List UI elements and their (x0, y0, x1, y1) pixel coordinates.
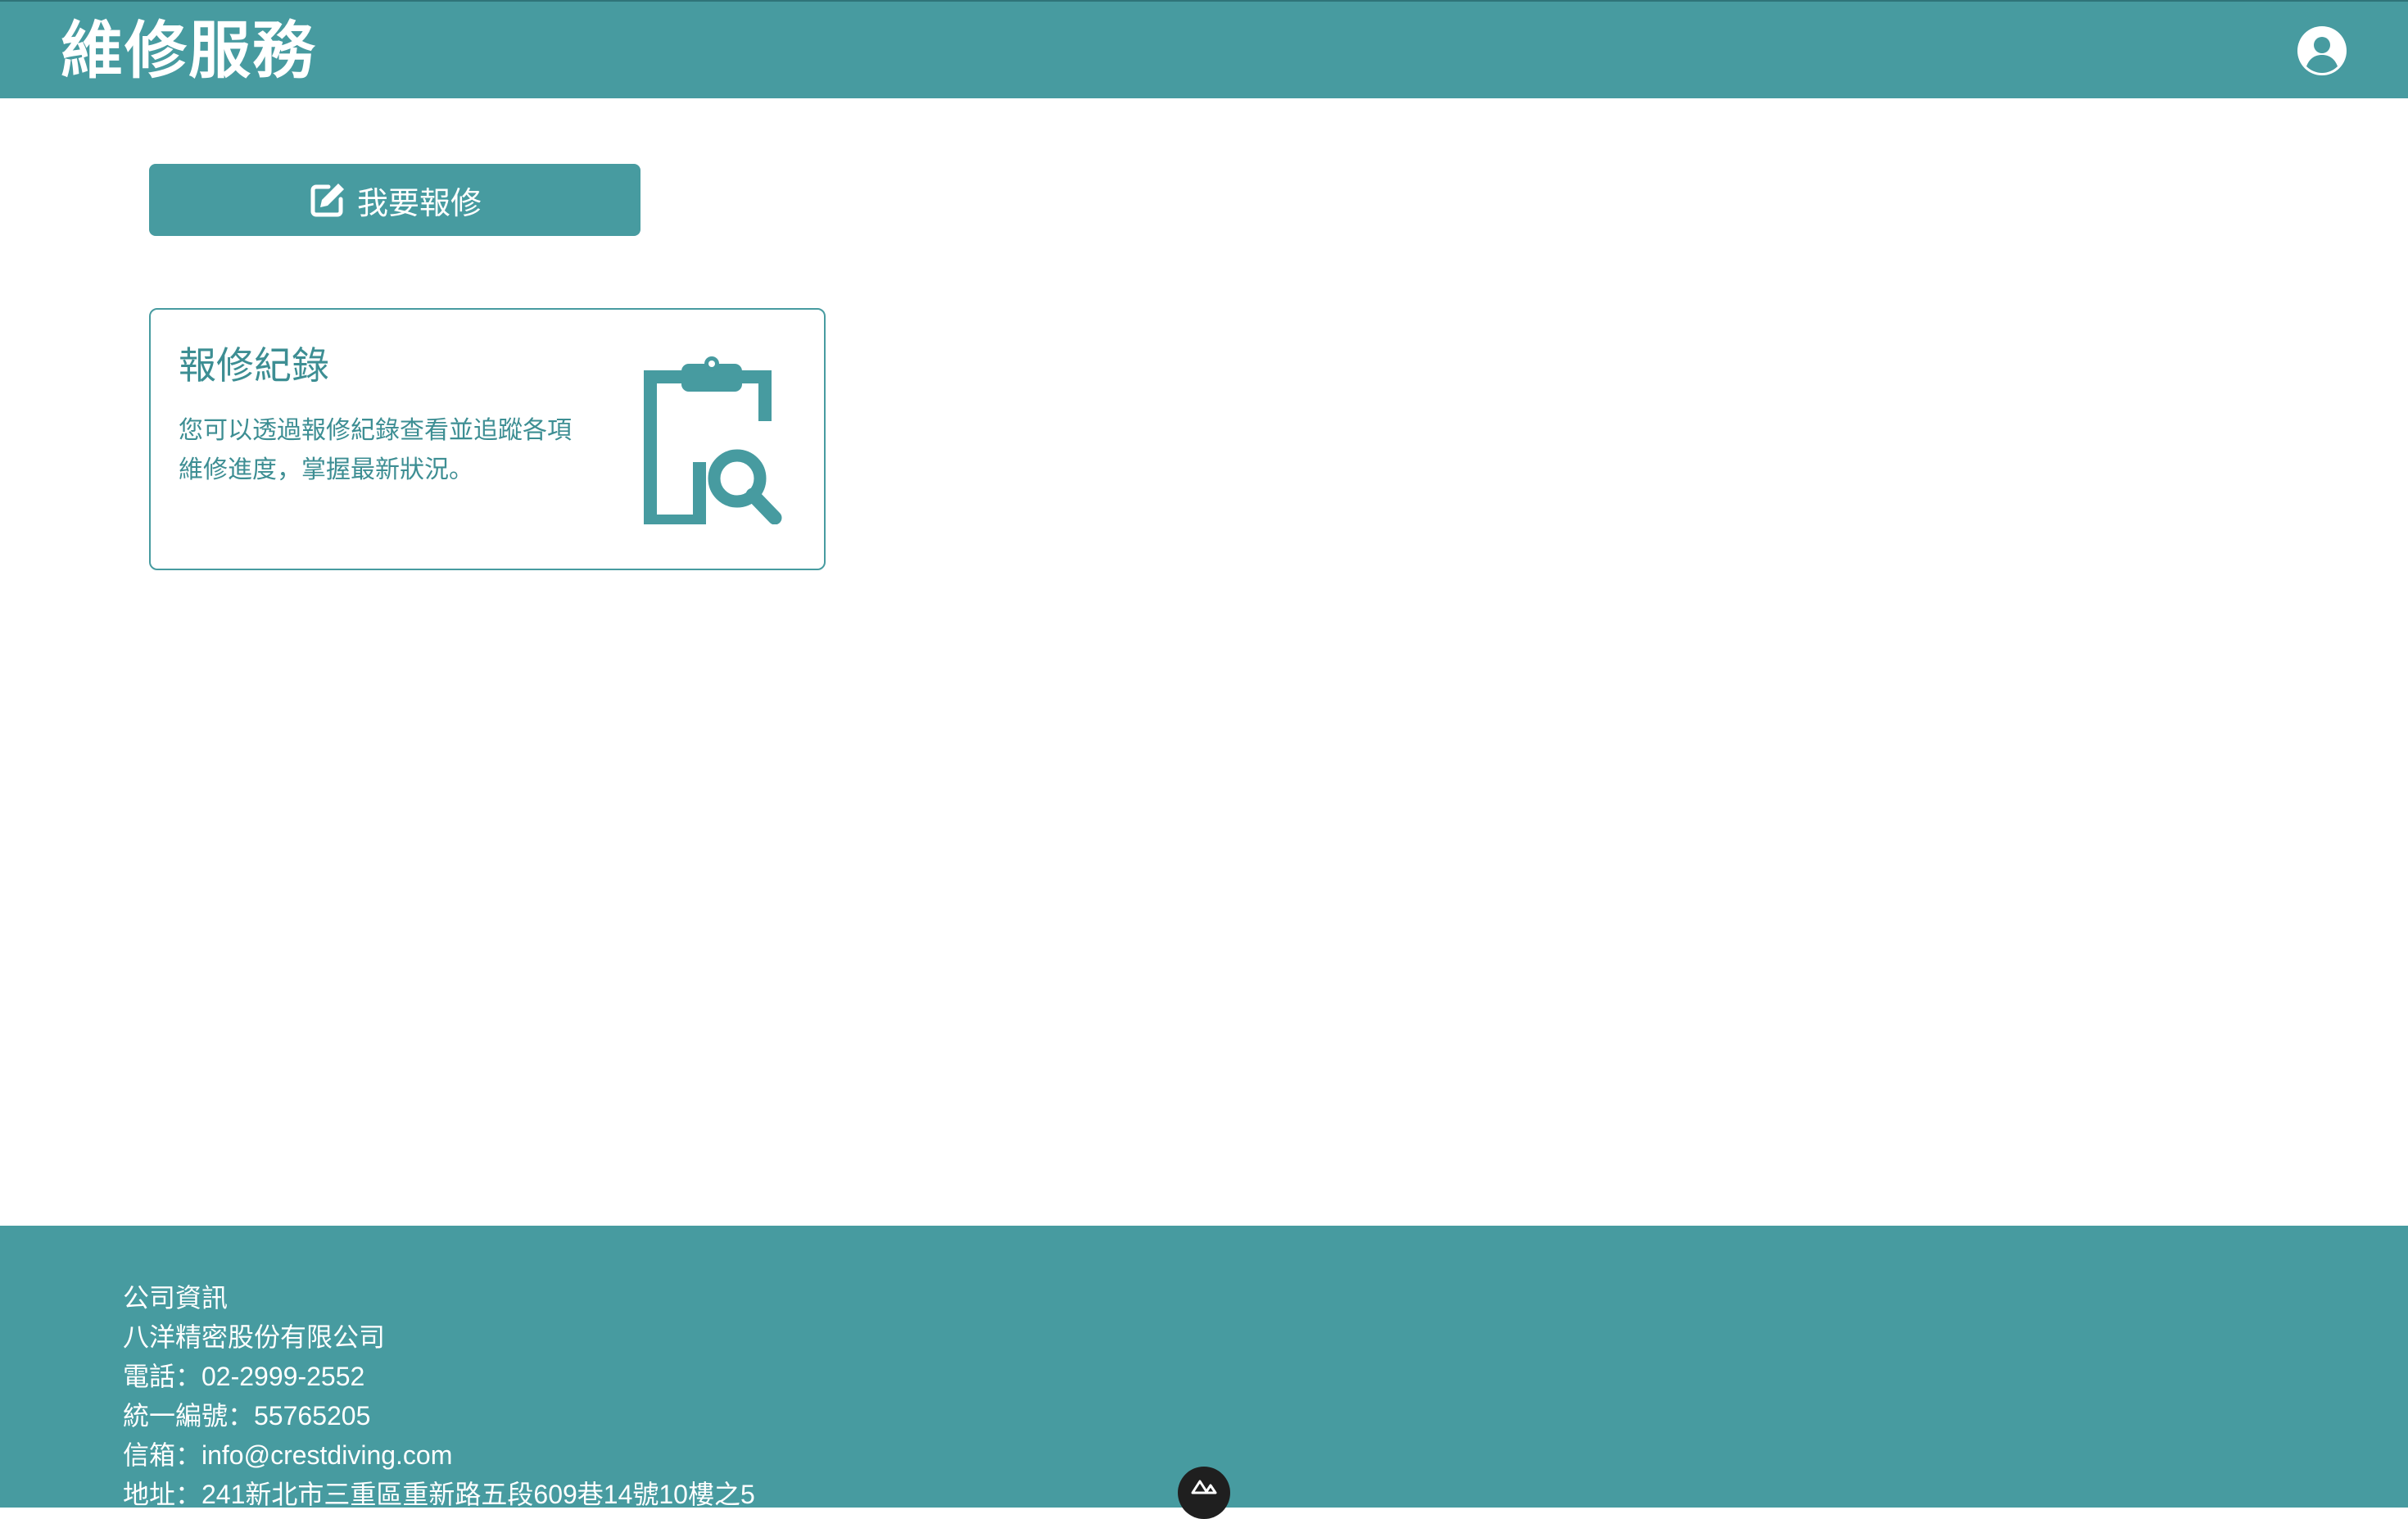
nuxt-logo-icon (1191, 1480, 1217, 1494)
devtools-toggle-button[interactable] (1178, 1467, 1230, 1519)
company-tax-id: 統一編號：55765205 (123, 1401, 371, 1431)
repair-records-card[interactable]: 報修紀錄 您可以透過報修紀錄查看並追蹤各項維修進度，掌握最新狀況。 (149, 308, 826, 570)
report-repair-label: 我要報修 (356, 184, 482, 221)
edit-square-icon (310, 184, 344, 217)
card-title: 報修紀錄 (179, 343, 329, 388)
company-info: 公司資訊 八洋精密股份有限公司 電話：02-2999-2552 統一編號：557… (123, 1278, 755, 1514)
card-description: 您可以透過報修紀錄查看並追蹤各項維修進度，掌握最新狀況。 (179, 416, 572, 484)
footer-heading: 公司資訊 (123, 1283, 229, 1313)
page-title: 維修服務 (61, 14, 316, 87)
company-phone: 電話：02-2999-2552 (123, 1362, 365, 1391)
main-content: 我要報修 報修紀錄 您可以透過報修紀錄查看並追蹤各項維修進度，掌握最新狀況。 (0, 98, 2408, 1226)
report-repair-button[interactable]: 我要報修 (149, 164, 640, 236)
company-email: 信箱：info@crestdiving.com (123, 1440, 453, 1470)
account-button[interactable] (2297, 25, 2347, 76)
site-footer: 公司資訊 八洋精密股份有限公司 電話：02-2999-2552 統一編號：557… (0, 1226, 2408, 1509)
user-circle-icon (2297, 26, 2347, 75)
clipboard-search-icon (644, 356, 782, 524)
company-address: 地址：241新北市三重區重新路五段609巷14號10樓之5 (123, 1480, 755, 1509)
company-name: 八洋精密股份有限公司 (123, 1322, 386, 1352)
top-header: 維修服務 (0, 0, 2408, 98)
